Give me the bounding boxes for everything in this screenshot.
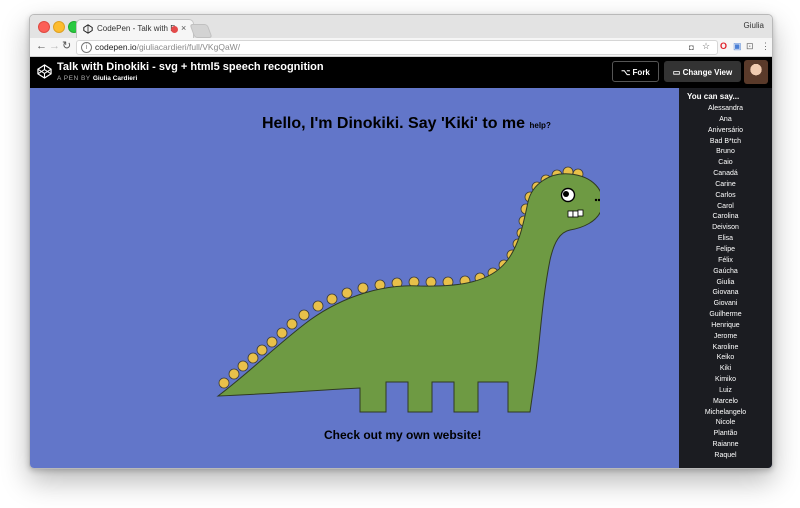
list-item: Karoline bbox=[712, 343, 739, 351]
list-item: Kiki bbox=[719, 365, 732, 373]
browser-tab[interactable]: CodePen - Talk with Dinokiki × bbox=[76, 19, 194, 39]
list-item: Nicole bbox=[715, 419, 736, 427]
list-item: Bad B*tch bbox=[709, 137, 742, 145]
list-item: Carlos bbox=[715, 191, 736, 199]
list-item: Canadá bbox=[713, 170, 738, 178]
url-domain: codepen.io bbox=[95, 42, 137, 52]
list-item: Alessandra bbox=[707, 105, 744, 112]
list-item: Bruno bbox=[716, 148, 735, 156]
help-link[interactable]: help? bbox=[530, 121, 551, 130]
fork-icon: ⌥ bbox=[621, 68, 633, 77]
list-item: Henrique bbox=[711, 321, 740, 329]
codepen-header: Talk with Dinokiki - svg + html5 speech … bbox=[30, 57, 772, 88]
list-item: Giovana bbox=[712, 289, 739, 297]
reload-icon[interactable]: ↻ bbox=[62, 40, 71, 53]
camera-icon[interactable]: ◘ bbox=[689, 42, 694, 53]
close-window-button[interactable] bbox=[38, 21, 50, 33]
page-content: Talk with Dinokiki - svg + html5 speech … bbox=[30, 57, 772, 468]
browser-menu-icon[interactable]: ⋮ bbox=[761, 41, 770, 52]
change-view-button[interactable]: ▭ Change View bbox=[664, 61, 741, 82]
list-item: Felipe bbox=[715, 245, 736, 253]
bookmark-star-icon[interactable]: ☆ bbox=[702, 41, 710, 52]
teeth bbox=[567, 209, 584, 218]
list-item: Deivison bbox=[712, 224, 739, 232]
list-item: Carolina bbox=[712, 213, 739, 221]
tab-title: CodePen - Talk with Dinokiki bbox=[97, 24, 175, 33]
browser-toolbar: ← → ↻ i codepen.io/giuliacardieri/full/V… bbox=[30, 38, 772, 57]
codepen-favicon-icon bbox=[83, 24, 93, 34]
greeting-text: Hello, I'm Dinokiki. Say 'Kiki' to me bbox=[262, 115, 526, 132]
list-item: Carine bbox=[715, 180, 736, 188]
list-item: Luiz bbox=[719, 386, 732, 394]
extension-icon[interactable]: ▣ bbox=[733, 41, 742, 52]
recording-indicator-icon bbox=[171, 26, 178, 33]
layout-icon: ▭ bbox=[672, 68, 683, 77]
address-bar[interactable]: i codepen.io/giuliacardieri/full/VKgQaW/… bbox=[76, 40, 718, 55]
list-item: Raianne bbox=[712, 441, 739, 449]
cast-icon[interactable]: ⊡ bbox=[746, 41, 754, 52]
dinosaur-illustration[interactable] bbox=[210, 150, 600, 430]
list-item: Michelangelo bbox=[704, 408, 747, 416]
list-item: Elisa bbox=[717, 235, 734, 243]
browser-window: CodePen - Talk with Dinokiki × Giulia ← … bbox=[29, 14, 773, 469]
list-item: Ana bbox=[719, 115, 732, 123]
website-link[interactable]: Check out my own website! bbox=[324, 428, 481, 442]
list-item: Guilherme bbox=[709, 311, 742, 319]
avatar[interactable] bbox=[744, 60, 768, 84]
sidebar-heading: You can say... bbox=[687, 92, 740, 101]
title-bar: CodePen - Talk with Dinokiki × Giulia bbox=[30, 15, 772, 39]
minimize-window-button[interactable] bbox=[53, 21, 65, 33]
list-item: Raquel bbox=[714, 452, 737, 459]
codepen-logo-icon[interactable] bbox=[37, 64, 52, 79]
dinosaur-body bbox=[216, 173, 600, 413]
fork-button[interactable]: ⌥ Fork bbox=[612, 61, 659, 82]
pen-title: Talk with Dinokiki - svg + html5 speech … bbox=[57, 61, 324, 73]
list-item: Gaúcha bbox=[713, 267, 738, 275]
commands-sidebar: You can say... Alessandra Ana Aniversário B… bbox=[679, 88, 772, 468]
list-item: Jerome bbox=[713, 332, 738, 340]
pen-byline: A PEN BY Giulia Cardieri bbox=[57, 75, 137, 82]
opera-extension-icon[interactable]: O bbox=[720, 41, 727, 52]
list-item: Plantão bbox=[713, 430, 738, 438]
author-link[interactable]: Giulia Cardieri bbox=[93, 75, 137, 82]
list-item: Caio bbox=[718, 159, 733, 167]
tab-close-icon[interactable]: × bbox=[181, 23, 186, 33]
site-info-icon[interactable]: i bbox=[81, 42, 92, 53]
url-text: codepen.io/giuliacardieri/full/VKgQaW/ bbox=[95, 42, 240, 52]
list-item: Félix bbox=[718, 256, 733, 264]
list-item: Keiko bbox=[716, 354, 735, 362]
forward-arrow-icon[interactable]: → bbox=[49, 40, 60, 53]
list-item: Kimiko bbox=[714, 376, 736, 384]
by-label: A PEN BY bbox=[57, 75, 91, 82]
profile-name[interactable]: Giulia bbox=[744, 21, 764, 30]
pen-preview: Hello, I'm Dinokiki. Say 'Kiki' to me he… bbox=[30, 88, 772, 468]
fork-label: Fork bbox=[632, 68, 650, 77]
change-view-label: Change View bbox=[682, 68, 733, 77]
back-arrow-icon[interactable]: ← bbox=[36, 40, 47, 53]
url-path: /giuliacardieri/full/VKgQaW/ bbox=[136, 42, 241, 52]
list-item: Giovani bbox=[713, 300, 738, 308]
name-list: Alessandra Ana Aniversário Bad B*tch Bruno Ca… bbox=[679, 104, 772, 462]
list-item: Aniversário bbox=[707, 126, 743, 134]
new-tab-button[interactable] bbox=[189, 24, 213, 38]
greeting-heading: Hello, I'm Dinokiki. Say 'Kiki' to me he… bbox=[262, 115, 551, 133]
list-item: Giulia bbox=[716, 278, 735, 286]
list-item: Carol bbox=[717, 202, 734, 210]
list-item: Marcelo bbox=[713, 397, 738, 405]
